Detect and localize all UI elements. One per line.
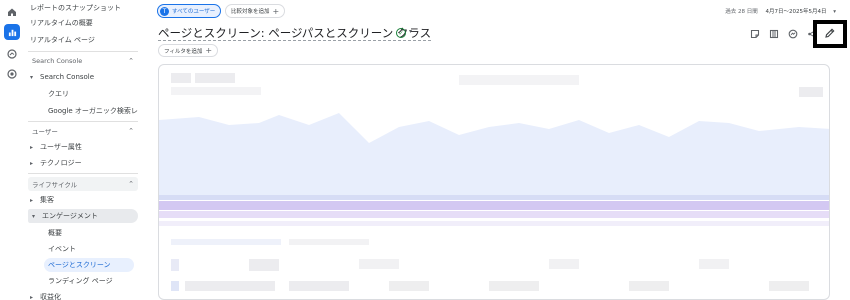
plus-icon: +: [205, 46, 213, 55]
redacted-block: [769, 281, 809, 291]
pencil-icon: [824, 27, 836, 41]
sidebar-item-label: リアルタイムの概要: [30, 19, 93, 27]
caret-right-icon: ▸: [30, 196, 34, 204]
chart-band: [159, 221, 829, 226]
chart-area: [159, 113, 829, 195]
caret-right-icon: ▸: [30, 293, 34, 300]
trend-chart: [159, 113, 829, 291]
sidebar-item-label: レポートのスナップショット: [30, 4, 121, 12]
sidebar-item-label: 概要: [48, 229, 62, 237]
comparison-bar: T すべてのユーザー 比較対象を追加 + 過去 28 日間 4月7日～2025年…: [157, 4, 850, 18]
sidebar-item-overview[interactable]: 概要: [48, 226, 138, 240]
sidebar-item-monetization[interactable]: ▸ 収益化: [30, 290, 138, 300]
sidebar-item-events[interactable]: イベント: [48, 242, 138, 256]
section-header-user[interactable]: ユーザー ⌃: [28, 124, 138, 138]
section-header-lifecycle[interactable]: ライフサイクル ⌃: [28, 177, 138, 191]
chevron-up-icon: ⌃: [128, 180, 134, 188]
redacted-block: [185, 281, 275, 291]
sidebar-item-pages-screens[interactable]: ページとスクリーン: [44, 258, 134, 272]
insights-icon[interactable]: [787, 29, 798, 40]
check-circle-icon: ✓: [396, 28, 406, 38]
sidebar-item-snapshot[interactable]: レポートのスナップショット: [30, 1, 138, 15]
chevron-up-icon: ⌃: [128, 57, 134, 65]
chart-band: [159, 201, 829, 210]
edit-report-button[interactable]: [813, 20, 847, 48]
redacted-block: [171, 239, 281, 245]
customize-report-icon[interactable]: [749, 29, 760, 40]
divider: [28, 121, 138, 122]
title-row: ページとスクリーン: ページパスとスクリーン クラス ✓ ▾: [158, 26, 850, 42]
redacted-block: [389, 281, 429, 291]
sidebar-item-label: Search Console: [40, 73, 95, 81]
sidebar-item-organic-search[interactable]: Google オーガニック検索レ...: [48, 104, 138, 118]
date-range-label: 過去 28 日間: [725, 9, 758, 15]
sidebar-item-label: リアルタイム ページ: [30, 36, 95, 44]
sidebar-item-technology[interactable]: ▸ テクノロジー: [30, 156, 138, 170]
redacted-block: [629, 281, 669, 291]
sidebar-item-realtime-pages[interactable]: リアルタイム ページ: [30, 33, 138, 47]
report-card: [158, 64, 830, 300]
compare-columns-icon[interactable]: [768, 29, 779, 40]
report-main: T すべてのユーザー 比較対象を追加 + 過去 28 日間 4月7日～2025年…: [150, 0, 850, 300]
sidebar-item-label: テクノロジー: [40, 159, 82, 167]
section-title: Search Console: [32, 57, 83, 65]
sidebar-item-engagement[interactable]: ▾ エンゲージメント: [28, 209, 138, 223]
advertising-icon[interactable]: [6, 68, 18, 80]
section-title: ライフサイクル: [32, 181, 78, 189]
add-comparison-label: 比較対象を追加: [231, 9, 270, 15]
redacted-block: [549, 259, 579, 269]
redacted-block: [699, 259, 729, 269]
segment-chip[interactable]: T すべてのユーザー: [157, 4, 222, 18]
sidebar-item-label: 収益化: [40, 293, 61, 300]
sidebar-item-query[interactable]: クエリ: [48, 87, 138, 101]
segment-badge: T: [160, 6, 169, 16]
sidebar-item-user-attributes[interactable]: ▸ ユーザー属性: [30, 140, 138, 154]
page-title[interactable]: ページとスクリーン: ページパスとスクリーン クラス: [158, 26, 432, 41]
sidebar-item-label: Google オーガニック検索レ...: [48, 107, 138, 115]
divider: [28, 173, 138, 174]
sidebar-item-landing-page[interactable]: ランディング ページ: [48, 274, 138, 288]
sidebar-item-label: イベント: [48, 245, 76, 253]
sidebar-item-label: ページとスクリーン: [48, 261, 111, 269]
section-title: ユーザー: [32, 128, 58, 136]
date-range-picker[interactable]: 過去 28 日間 4月7日～2025年5月4日 ▾: [725, 7, 836, 15]
divider: [28, 51, 138, 52]
add-filter-button[interactable]: フィルタを追加 +: [158, 44, 219, 57]
sidebar-item-label: エンゲージメント: [42, 212, 98, 220]
sidebar-item-label: ランディング ページ: [48, 277, 113, 285]
caret-down-icon: ▾: [32, 212, 36, 220]
sidebar-item-label: ユーザー属性: [40, 143, 82, 151]
redacted-block: [289, 239, 369, 245]
chart-band: [159, 211, 829, 218]
sidebar-item-search-console[interactable]: ▾ Search Console: [30, 70, 138, 84]
redacted-block: [489, 281, 539, 291]
explore-icon[interactable]: [6, 48, 18, 60]
sidebar-item-realtime-overview[interactable]: リアルタイムの概要: [30, 16, 138, 30]
nav-rail: [0, 0, 24, 300]
redacted-block: [249, 259, 279, 271]
redacted-block: [171, 281, 179, 291]
redacted-block: [289, 281, 349, 291]
caret-down-icon[interactable]: ▾: [409, 28, 412, 35]
date-range-value: 4月7日～2025年5月4日: [765, 9, 827, 15]
segment-label: すべてのユーザー: [172, 9, 216, 15]
add-filter-label: フィルタを追加: [164, 48, 203, 55]
caret-down-icon: ▾: [833, 9, 836, 15]
caret-right-icon: ▸: [30, 143, 34, 151]
redacted-block: [171, 259, 179, 271]
redacted-block: [359, 259, 399, 269]
report-sidebar: レポートのスナップショット リアルタイムの概要 リアルタイム ページ Searc…: [24, 0, 142, 300]
chart-band: [159, 195, 829, 200]
section-header-search-console[interactable]: Search Console ⌃: [28, 54, 138, 68]
caret-down-icon: ▾: [30, 73, 34, 81]
add-comparison-button[interactable]: 比較対象を追加 +: [225, 4, 286, 18]
home-icon[interactable]: [6, 6, 18, 18]
chevron-up-icon: ⌃: [128, 127, 134, 135]
reports-icon[interactable]: [4, 24, 20, 40]
plus-icon: +: [272, 6, 280, 16]
caret-right-icon: ▸: [30, 159, 34, 167]
sidebar-item-label: 集客: [40, 196, 54, 204]
sidebar-item-acquisition[interactable]: ▸ 集客: [30, 193, 138, 207]
sidebar-item-label: クエリ: [48, 90, 69, 98]
